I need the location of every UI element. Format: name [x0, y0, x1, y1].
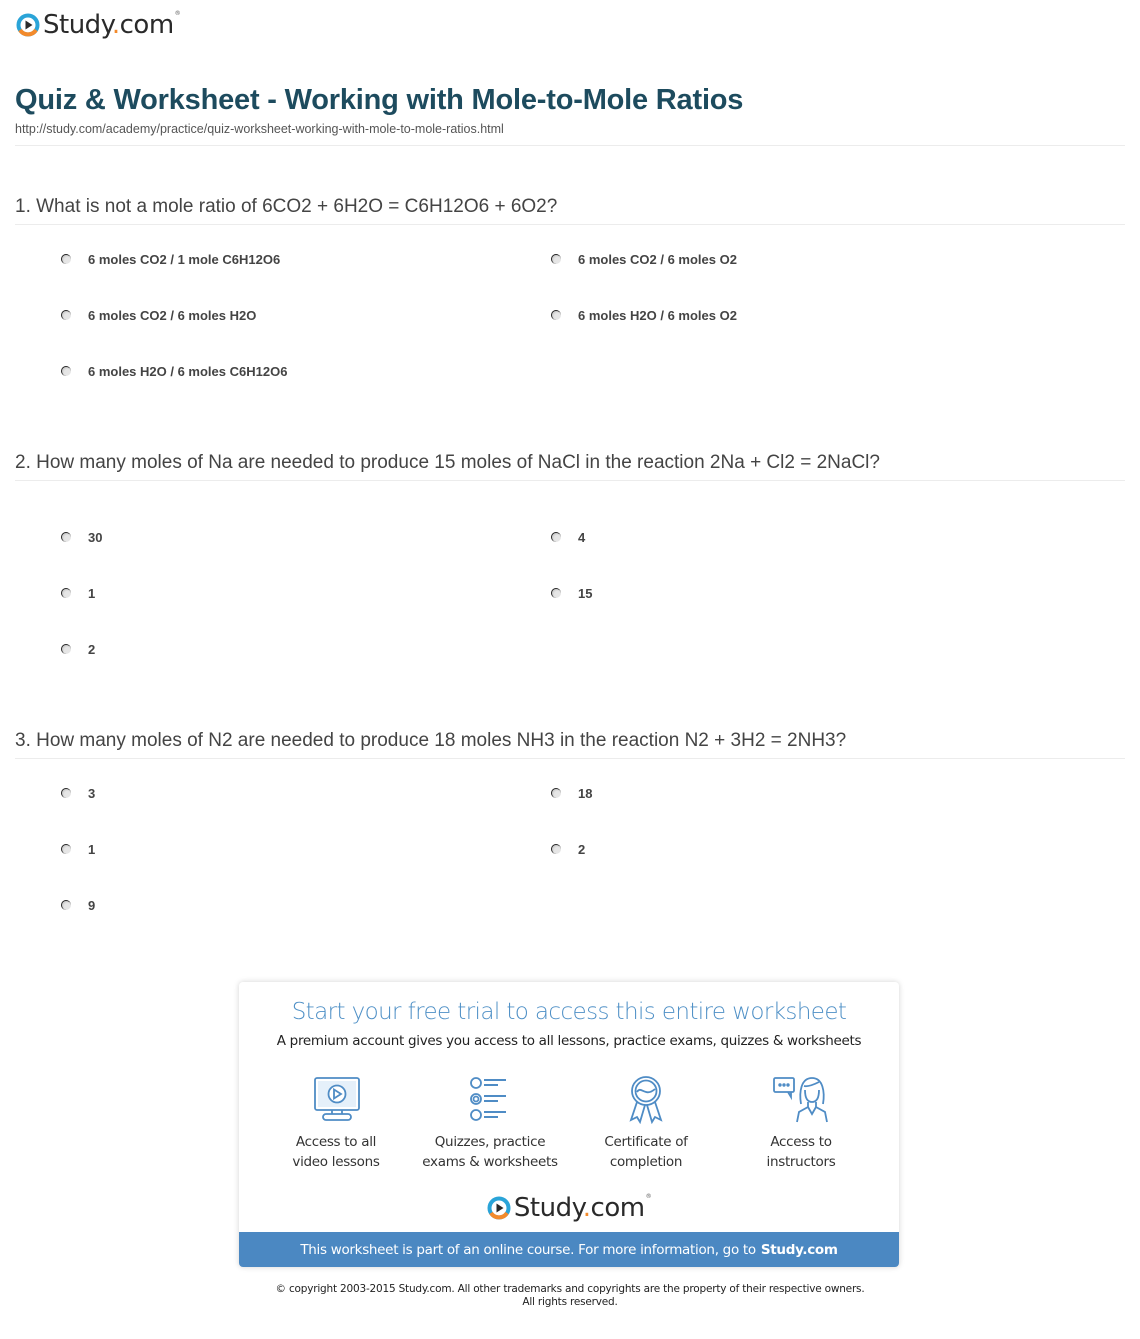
- question-2: 2. How many moles of Na are needed to pr…: [15, 452, 1125, 481]
- page-url[interactable]: http://study.com/academy/practice/quiz-w…: [15, 122, 504, 136]
- copyright-line: © copyright 2003-2015 Study.com. All oth…: [275, 1283, 865, 1295]
- brand-wordmark: Study.com®: [513, 1193, 652, 1223]
- radio-button[interactable]: [551, 588, 561, 598]
- answer-option[interactable]: 6 moles CO2 / 6 moles O2: [551, 249, 737, 269]
- answer-option[interactable]: 6 moles H2O / 6 moles C6H12O6: [61, 361, 287, 381]
- radio-button[interactable]: [61, 366, 71, 376]
- radio-button[interactable]: [61, 644, 71, 654]
- copyright-line: All rights reserved.: [522, 1296, 618, 1308]
- brand-wordmark: Study.com®: [43, 10, 181, 40]
- certificate-ribbon-icon: [629, 1076, 663, 1124]
- answer-option[interactable]: 2: [61, 639, 95, 659]
- play-circle-logo-icon: [16, 13, 40, 37]
- feature-label: Quizzes, practice: [434, 1134, 546, 1150]
- instructor-chat-icon: [773, 1077, 828, 1123]
- divider: [15, 224, 1125, 225]
- answer-option[interactable]: 18: [551, 783, 592, 803]
- play-circle-logo-icon: [487, 1196, 511, 1220]
- radio-button[interactable]: [551, 310, 561, 320]
- radio-button[interactable]: [551, 844, 561, 854]
- radio-button[interactable]: [551, 788, 561, 798]
- answer-option[interactable]: 1: [61, 583, 95, 603]
- answer-option[interactable]: 4: [551, 527, 585, 547]
- question-text: 3. How many moles of N2 are needed to pr…: [15, 730, 847, 751]
- study-logo[interactable]: Study.com®: [16, 8, 181, 42]
- question-text: 2. How many moles of Na are needed to pr…: [15, 452, 880, 473]
- promo-subtitle: A premium account gives you access to al…: [276, 1033, 862, 1049]
- divider: [15, 145, 1125, 146]
- divider: [15, 480, 1125, 481]
- free-trial-promo: Start your free trial to access this ent…: [239, 982, 899, 1267]
- feature-label: completion: [609, 1154, 683, 1170]
- feature-quizzes: Quizzes, practice exams & worksheets: [415, 1074, 565, 1172]
- feature-label: video lessons: [292, 1154, 380, 1170]
- answer-option[interactable]: 2: [551, 839, 585, 859]
- quiz-list-icon: [470, 1077, 506, 1121]
- divider: [15, 758, 1125, 759]
- radio-button[interactable]: [61, 900, 71, 910]
- radio-button[interactable]: [61, 532, 71, 542]
- radio-button[interactable]: [551, 532, 561, 542]
- feature-certificate: Certificate of completion: [571, 1074, 721, 1172]
- feature-label: Access to all: [295, 1134, 377, 1150]
- course-info-bar: This worksheet is part of an online cour…: [239, 1232, 899, 1267]
- answer-option[interactable]: 6 moles CO2 / 1 mole C6H12O6: [61, 249, 280, 269]
- promo-title[interactable]: Start your free trial to access this ent…: [239, 999, 899, 1025]
- feature-video-lessons: Access to all video lessons: [261, 1074, 411, 1172]
- study-com-link[interactable]: Study.com: [761, 1242, 838, 1258]
- radio-button[interactable]: [61, 254, 71, 264]
- radio-button[interactable]: [61, 788, 71, 798]
- answer-option[interactable]: 1: [61, 839, 95, 859]
- feature-label: Access to: [770, 1134, 832, 1150]
- radio-button[interactable]: [61, 588, 71, 598]
- feature-label: instructors: [766, 1154, 836, 1170]
- answer-option[interactable]: 9: [61, 895, 95, 915]
- page-title: Quiz & Worksheet - Working with Mole-to-…: [15, 84, 744, 116]
- promo-study-logo[interactable]: Study.com®: [239, 1193, 899, 1223]
- feature-label: Certificate of: [604, 1134, 688, 1150]
- answer-option[interactable]: 30: [61, 527, 102, 547]
- feature-instructors: Access to instructors: [726, 1074, 876, 1172]
- answer-option[interactable]: 6 moles CO2 / 6 moles H2O: [61, 305, 256, 325]
- video-monitor-icon: [314, 1077, 360, 1121]
- radio-button[interactable]: [61, 844, 71, 854]
- question-1: 1. What is not a mole ratio of 6CO2 + 6H…: [15, 196, 1125, 225]
- answer-option[interactable]: 6 moles H2O / 6 moles O2: [551, 305, 737, 325]
- answer-option[interactable]: 3: [61, 783, 95, 803]
- answer-option[interactable]: 15: [551, 583, 592, 603]
- radio-button[interactable]: [61, 310, 71, 320]
- question-text: 1. What is not a mole ratio of 6CO2 + 6H…: [15, 196, 558, 217]
- question-3: 3. How many moles of N2 are needed to pr…: [15, 730, 1125, 759]
- course-info-text: This worksheet is part of an online cour…: [300, 1241, 756, 1258]
- radio-button[interactable]: [551, 254, 561, 264]
- feature-label: exams & worksheets: [422, 1154, 558, 1170]
- copyright-notice: © copyright 2003-2015 Study.com. All oth…: [0, 1283, 1140, 1309]
